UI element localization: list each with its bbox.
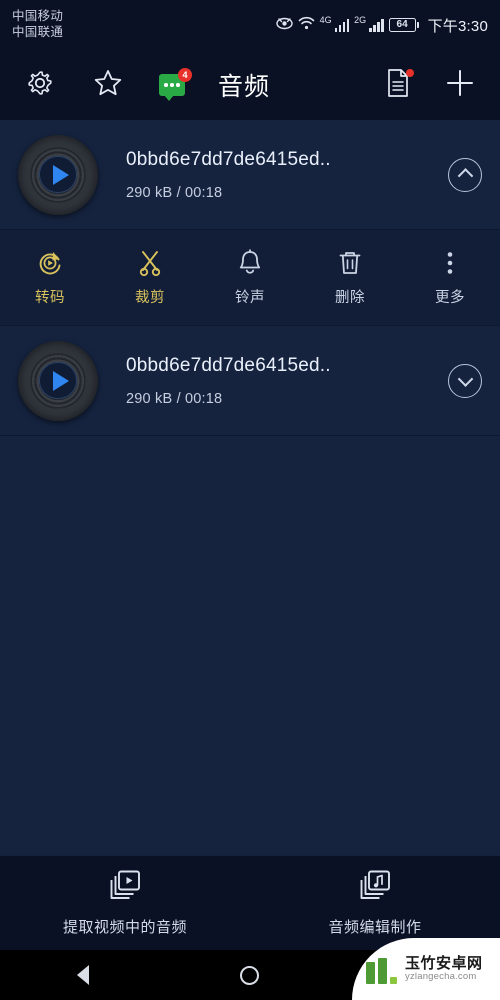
nav-home-button[interactable]	[215, 955, 285, 995]
action-more[interactable]: 更多	[400, 230, 500, 325]
play-icon	[53, 164, 69, 185]
carrier-primary: 中国移动	[12, 9, 64, 24]
back-triangle-icon	[77, 965, 90, 985]
list-item-title: 0bbd6e7dd7de6415ed..	[126, 354, 331, 376]
list-item-meta: 290 kB / 00:18	[126, 390, 223, 407]
sim1-network-label: 4G	[319, 15, 332, 25]
status-bar: 中国移动 中国联通 4G 2G 64 下午3:30	[0, 0, 500, 50]
action-label: 删除	[335, 290, 365, 306]
signal-bars-icon	[334, 18, 350, 32]
action-ringtone[interactable]: 铃声	[200, 230, 300, 325]
action-delete[interactable]: 删除	[300, 230, 400, 325]
list-item-text: 0bbd6e7dd7de6415ed.. 290 kB / 00:18	[126, 355, 438, 407]
scissors-icon	[136, 248, 164, 278]
list-item[interactable]: 0bbd6e7dd7de6415ed.. 290 kB / 00:18	[0, 326, 500, 436]
settings-button[interactable]	[18, 63, 62, 107]
chat-bubble-icon: 4	[159, 68, 192, 101]
chevron-down-icon	[457, 371, 473, 387]
bell-icon	[236, 248, 264, 278]
expand-button[interactable]	[448, 363, 482, 398]
nav-back-button[interactable]	[48, 955, 118, 995]
watermark-name-en: yzlangecha.com	[405, 971, 477, 983]
list-item-title: 0bbd6e7dd7de6415ed..	[126, 148, 331, 170]
video-to-audio-icon	[108, 869, 142, 906]
action-label: 铃声	[235, 290, 265, 306]
carrier-secondary: 中国联通	[12, 25, 64, 39]
extract-audio-from-video-button[interactable]: 提取视频中的音频	[0, 869, 250, 937]
list-item-text: 0bbd6e7dd7de6415ed.. 290 kB / 00:18	[126, 149, 438, 201]
eye-comfort-icon	[275, 16, 293, 35]
carrier-labels: 中国移动 中国联通	[12, 9, 63, 40]
feedback-badge: 4	[178, 68, 192, 82]
document-notification-dot	[406, 69, 414, 77]
feedback-button[interactable]: 4	[150, 63, 194, 107]
vinyl-record-icon[interactable]	[18, 340, 98, 421]
gear-icon	[26, 69, 54, 102]
item-action-bar: 转码 裁剪 铃声 删除 更多	[0, 230, 500, 326]
action-label: 转码	[35, 290, 65, 306]
watermark-logo-icon	[366, 954, 397, 984]
chevron-up-icon	[457, 168, 473, 184]
bottom-item-label: 音频编辑制作	[328, 919, 422, 936]
action-transcode[interactable]: 转码	[0, 230, 100, 325]
collapse-button[interactable]	[448, 157, 482, 192]
action-label: 更多	[435, 290, 465, 306]
transcode-icon	[36, 248, 64, 278]
wifi-icon	[298, 16, 315, 35]
action-trim[interactable]: 裁剪	[100, 230, 200, 325]
watermark-text: 玉竹安卓网 yzlangecha.com	[405, 954, 483, 983]
audio-edit-icon	[358, 869, 392, 906]
bottom-action-bar: 提取视频中的音频 音频编辑制作	[0, 855, 500, 950]
list-item-meta: 290 kB / 00:18	[126, 184, 223, 201]
list-item[interactable]: 0bbd6e7dd7de6415ed.. 290 kB / 00:18	[0, 120, 500, 230]
status-clock: 下午3:30	[427, 17, 488, 35]
audio-edit-button[interactable]: 音频编辑制作	[250, 869, 500, 937]
vinyl-record-icon[interactable]	[18, 134, 98, 215]
battery-level: 64	[396, 19, 408, 30]
home-circle-icon	[240, 965, 260, 985]
add-button[interactable]	[438, 63, 482, 107]
signal-bars-icon-2	[369, 18, 384, 32]
app-root: 中国移动 中国联通 4G 2G 64 下午3:30 4 音频 0bbd6e7dd…	[0, 0, 500, 1000]
audio-list: 0bbd6e7dd7de6415ed.. 290 kB / 00:18 转码 裁…	[0, 120, 500, 436]
battery-icon: 64	[388, 18, 419, 32]
sim2-network-label: 2G	[354, 15, 367, 25]
favorites-button[interactable]	[86, 63, 130, 107]
star-icon	[93, 68, 123, 103]
document-button[interactable]	[376, 63, 420, 107]
play-icon	[53, 370, 69, 391]
page-title: 音频	[218, 73, 271, 101]
app-toolbar: 4 音频	[0, 50, 500, 120]
more-vertical-icon	[436, 248, 464, 278]
trash-icon	[336, 248, 364, 278]
bottom-item-label: 提取视频中的音频	[62, 919, 187, 936]
watermark-name-cn: 玉竹安卓网	[405, 954, 483, 972]
action-label: 裁剪	[135, 290, 165, 306]
status-icons: 4G 2G 64 下午3:30	[275, 15, 488, 36]
plus-icon	[444, 67, 476, 104]
